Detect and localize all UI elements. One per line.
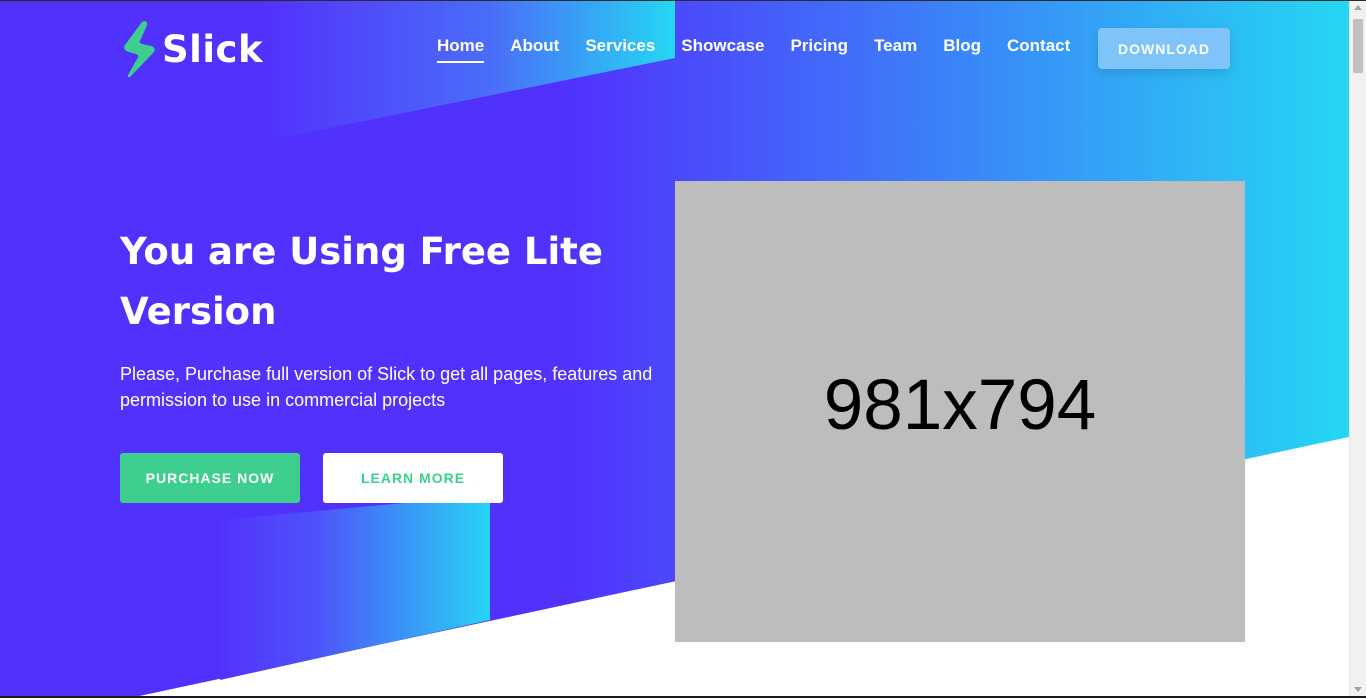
learn-more-button[interactable]: LEARN MORE: [323, 453, 503, 503]
nav-home[interactable]: Home: [437, 36, 485, 63]
nav-showcase[interactable]: Showcase: [681, 36, 764, 63]
hero-description: Please, Purchase full version of Slick t…: [120, 364, 653, 410]
nav-team[interactable]: Team: [874, 36, 917, 63]
brand-logo[interactable]: Slick: [120, 20, 263, 78]
brand-name: Slick: [162, 27, 264, 71]
scroll-up-arrow-icon[interactable]: [1354, 5, 1362, 10]
window-top-border: [0, 0, 1366, 1]
hero-image-placeholder: 981x794: [675, 181, 1245, 642]
scroll-down-arrow-icon[interactable]: [1354, 687, 1362, 692]
download-button[interactable]: DOWNLOAD: [1098, 28, 1230, 69]
purchase-now-button[interactable]: PURCHASE NOW: [120, 453, 300, 503]
nav-pricing[interactable]: Pricing: [790, 36, 848, 63]
hero-title: You are Using Free Lite Version: [120, 230, 603, 333]
nav-services[interactable]: Services: [585, 36, 655, 63]
lightning-logo-icon: [124, 21, 155, 77]
scroll-thumb[interactable]: [1353, 19, 1363, 73]
nav-about[interactable]: About: [510, 36, 559, 63]
main-navigation: Home About Services Showcase Pricing Tea…: [437, 36, 1096, 63]
nav-blog[interactable]: Blog: [943, 36, 981, 63]
nav-contact[interactable]: Contact: [1007, 36, 1070, 63]
placeholder-dimensions-label: 981x794: [823, 366, 1097, 445]
vertical-scrollbar[interactable]: [1349, 1, 1366, 696]
